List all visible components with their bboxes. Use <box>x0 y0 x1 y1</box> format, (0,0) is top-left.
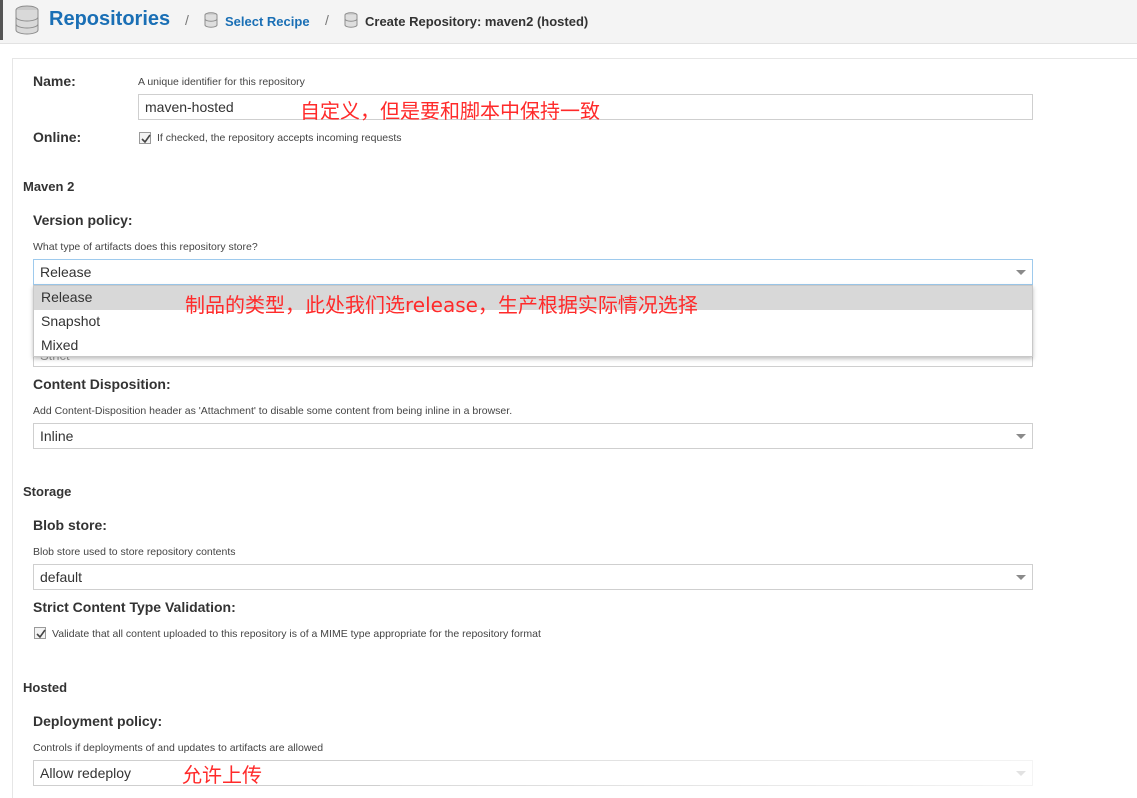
version-policy-value: Release <box>40 264 92 280</box>
content-disposition-select[interactable]: Inline <box>33 423 1033 449</box>
version-policy-label: Version policy: <box>33 212 133 228</box>
breadcrumb-separator: / <box>325 12 329 28</box>
deployment-policy-annotation: 允许上传 <box>182 763 262 787</box>
blob-store-value: default <box>40 569 83 585</box>
strict-validation-checkbox[interactable] <box>34 627 46 639</box>
checkmark-icon <box>36 629 46 639</box>
repositories-breadcrumb-link[interactable]: Repositories <box>49 8 170 31</box>
strict-validation-help-text: Validate that all content uploaded to th… <box>52 628 541 640</box>
chevron-down-icon[interactable] <box>1016 270 1026 275</box>
version-policy-select[interactable]: Release <box>33 259 1033 285</box>
chevron-down-icon[interactable] <box>1016 434 1026 439</box>
blob-store-select[interactable]: default <box>33 564 1033 590</box>
breadcrumb-separator: / <box>185 12 189 28</box>
select-recipe-breadcrumb-link[interactable]: Select Recipe <box>225 14 310 29</box>
repositories-database-icon <box>14 5 40 40</box>
current-page-breadcrumb: Create Repository: maven2 (hosted) <box>365 14 589 29</box>
content-disposition-help-text: Add Content-Disposition header as 'Attac… <box>33 405 513 417</box>
strict-validation-label: Strict Content Type Validation: <box>33 599 236 615</box>
name-help-text: A unique identifier for this repository <box>138 76 305 88</box>
breadcrumb-bar: Repositories / Select Recipe / Create Re… <box>0 0 1137 44</box>
version-policy-option-mixed[interactable]: Mixed <box>34 334 1032 358</box>
deployment-policy-value: Allow redeploy <box>40 765 132 781</box>
hosted-section-title: Hosted <box>23 680 68 695</box>
database-icon <box>344 12 358 33</box>
name-label: Name: <box>33 73 76 89</box>
online-label: Online: <box>33 129 82 145</box>
database-icon <box>204 12 218 33</box>
version-policy-help-text: What type of artifacts does this reposit… <box>33 241 258 253</box>
online-help-text: If checked, the repository accepts incom… <box>157 132 402 144</box>
version-policy-annotation: 制品的类型，此处我们选release，生产根据实际情况选择 <box>185 293 698 317</box>
maven2-section-title: Maven 2 <box>23 179 75 194</box>
online-checkbox[interactable] <box>139 132 151 144</box>
storage-section-title: Storage <box>23 484 72 499</box>
left-edge-bar <box>0 0 3 40</box>
deployment-policy-label: Deployment policy: <box>33 713 163 729</box>
checkmark-icon <box>141 134 151 144</box>
name-input-value: maven-hosted <box>145 99 234 115</box>
deployment-policy-help-text: Controls if deployments of and updates t… <box>33 742 324 754</box>
name-annotation: 自定义，但是要和脚本中保持一致 <box>300 99 600 123</box>
blob-store-help-text: Blob store used to store repository cont… <box>33 546 236 558</box>
content-disposition-label: Content Disposition: <box>33 376 171 392</box>
blob-store-label: Blob store: <box>33 517 107 533</box>
chevron-down-icon[interactable] <box>1016 575 1026 580</box>
blurred-overlay <box>380 758 1137 798</box>
content-disposition-value: Inline <box>40 428 74 444</box>
